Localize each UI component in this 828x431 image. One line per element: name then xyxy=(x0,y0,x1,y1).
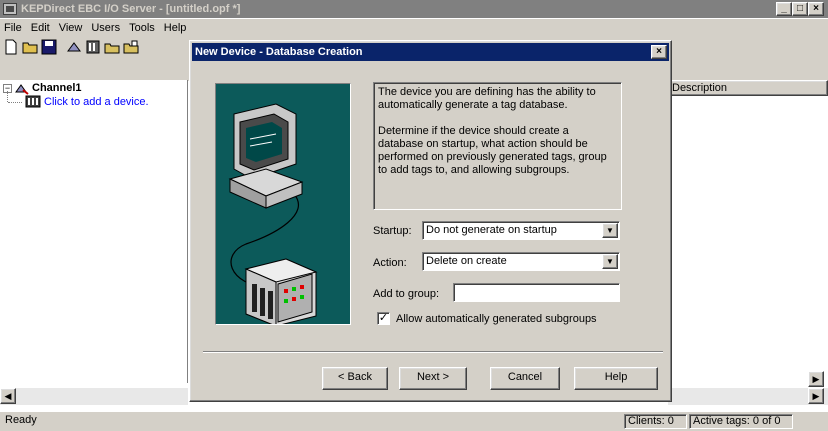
action-select[interactable]: Delete on create ▼ xyxy=(422,252,620,271)
startup-value: Do not generate on startup xyxy=(426,224,557,236)
menu-file[interactable]: File xyxy=(4,22,22,34)
device-icon xyxy=(25,95,41,108)
tree-line xyxy=(7,91,8,102)
allow-subgroups-checkbox[interactable]: ✓ xyxy=(377,312,390,325)
close-button[interactable]: × xyxy=(808,2,824,16)
new-channel-icon[interactable] xyxy=(66,39,82,55)
description-box: The device you are defining has the abil… xyxy=(373,82,622,210)
maximize-button[interactable]: □ xyxy=(792,2,808,16)
menu-edit[interactable]: Edit xyxy=(31,22,50,34)
tree-line xyxy=(8,102,22,103)
channel-icon xyxy=(15,84,29,95)
help-button[interactable]: Help xyxy=(574,367,658,390)
menu-users[interactable]: Users xyxy=(91,22,120,34)
description-text: Determine if the device should create a … xyxy=(378,125,607,176)
status-active-tags: Active tags: 0 of 0 xyxy=(689,414,793,429)
add-to-group-label: Add to group: xyxy=(373,288,440,300)
dialog-title-bar[interactable]: New Device - Database Creation × xyxy=(192,43,669,61)
dialog-close-button[interactable]: × xyxy=(651,45,667,59)
dialog-title: New Device - Database Creation xyxy=(195,46,363,58)
startup-select[interactable]: Do not generate on startup ▼ xyxy=(422,221,620,240)
new-device-icon[interactable] xyxy=(85,39,101,55)
new-device-dialog: New Device - Database Creation × The dev… xyxy=(189,40,672,402)
main-title-bar[interactable]: KEPDirect EBC I/O Server - [untitled.opf… xyxy=(0,0,828,18)
computer-plc-illustration-icon xyxy=(228,103,318,327)
new-tag-icon[interactable] xyxy=(123,39,139,55)
main-window-title: KEPDirect EBC I/O Server - [untitled.opf… xyxy=(21,3,241,15)
add-device-link[interactable]: Click to add a device. xyxy=(44,96,149,108)
grid-horizontal-scrollbar[interactable]: ▶ ▶ xyxy=(668,371,828,405)
status-bar: Ready Clients: 0 Active tags: 0 of 0 xyxy=(0,412,828,431)
tree-node-add-device[interactable]: Click to add a device. xyxy=(25,95,149,108)
status-clients: Clients: 0 xyxy=(624,414,687,429)
channel-label: Channel1 xyxy=(32,82,82,94)
status-ready: Ready xyxy=(5,414,37,426)
window-controls: _ □ × xyxy=(776,2,824,16)
menu-bar: File Edit View Users Tools Help xyxy=(0,19,828,37)
wizard-illustration xyxy=(215,83,351,327)
allow-subgroups-label: Allow automatically generated subgroups xyxy=(396,313,597,325)
minimize-button[interactable]: _ xyxy=(776,2,792,16)
next-button[interactable]: Next > xyxy=(399,367,467,390)
menu-view[interactable]: View xyxy=(59,22,83,34)
back-button[interactable]: < Back xyxy=(322,367,388,390)
scroll-right-arrow-icon[interactable]: ▶ xyxy=(808,371,824,387)
tree-horizontal-scrollbar[interactable]: ◀ xyxy=(0,388,188,405)
dropdown-arrow-icon[interactable]: ▼ xyxy=(602,254,618,269)
new-icon[interactable] xyxy=(3,39,19,55)
scroll-left-arrow-icon[interactable]: ◀ xyxy=(0,388,16,404)
column-header-description[interactable]: Description xyxy=(667,80,828,96)
description-text: The device you are defining has the abil… xyxy=(378,86,596,111)
save-icon[interactable] xyxy=(41,39,57,55)
tree-pane[interactable]: − Channel1 Click to add a device. xyxy=(0,80,188,383)
dropdown-arrow-icon[interactable]: ▼ xyxy=(602,223,618,238)
cancel-button[interactable]: Cancel xyxy=(490,367,560,390)
dialog-separator xyxy=(203,351,663,353)
action-label: Action: xyxy=(373,257,407,269)
menu-tools[interactable]: Tools xyxy=(129,22,155,34)
grid-header: Description xyxy=(667,80,828,96)
tree-node-channel[interactable]: − Channel1 xyxy=(3,81,82,95)
new-group-icon[interactable] xyxy=(104,39,120,55)
menu-help[interactable]: Help xyxy=(164,22,187,34)
open-icon[interactable] xyxy=(22,39,38,55)
scroll-right-arrow-icon[interactable]: ▶ xyxy=(808,388,824,404)
add-to-group-input[interactable] xyxy=(453,283,620,302)
startup-label: Startup: xyxy=(373,225,412,237)
action-value: Delete on create xyxy=(426,255,507,267)
app-icon xyxy=(3,3,17,15)
